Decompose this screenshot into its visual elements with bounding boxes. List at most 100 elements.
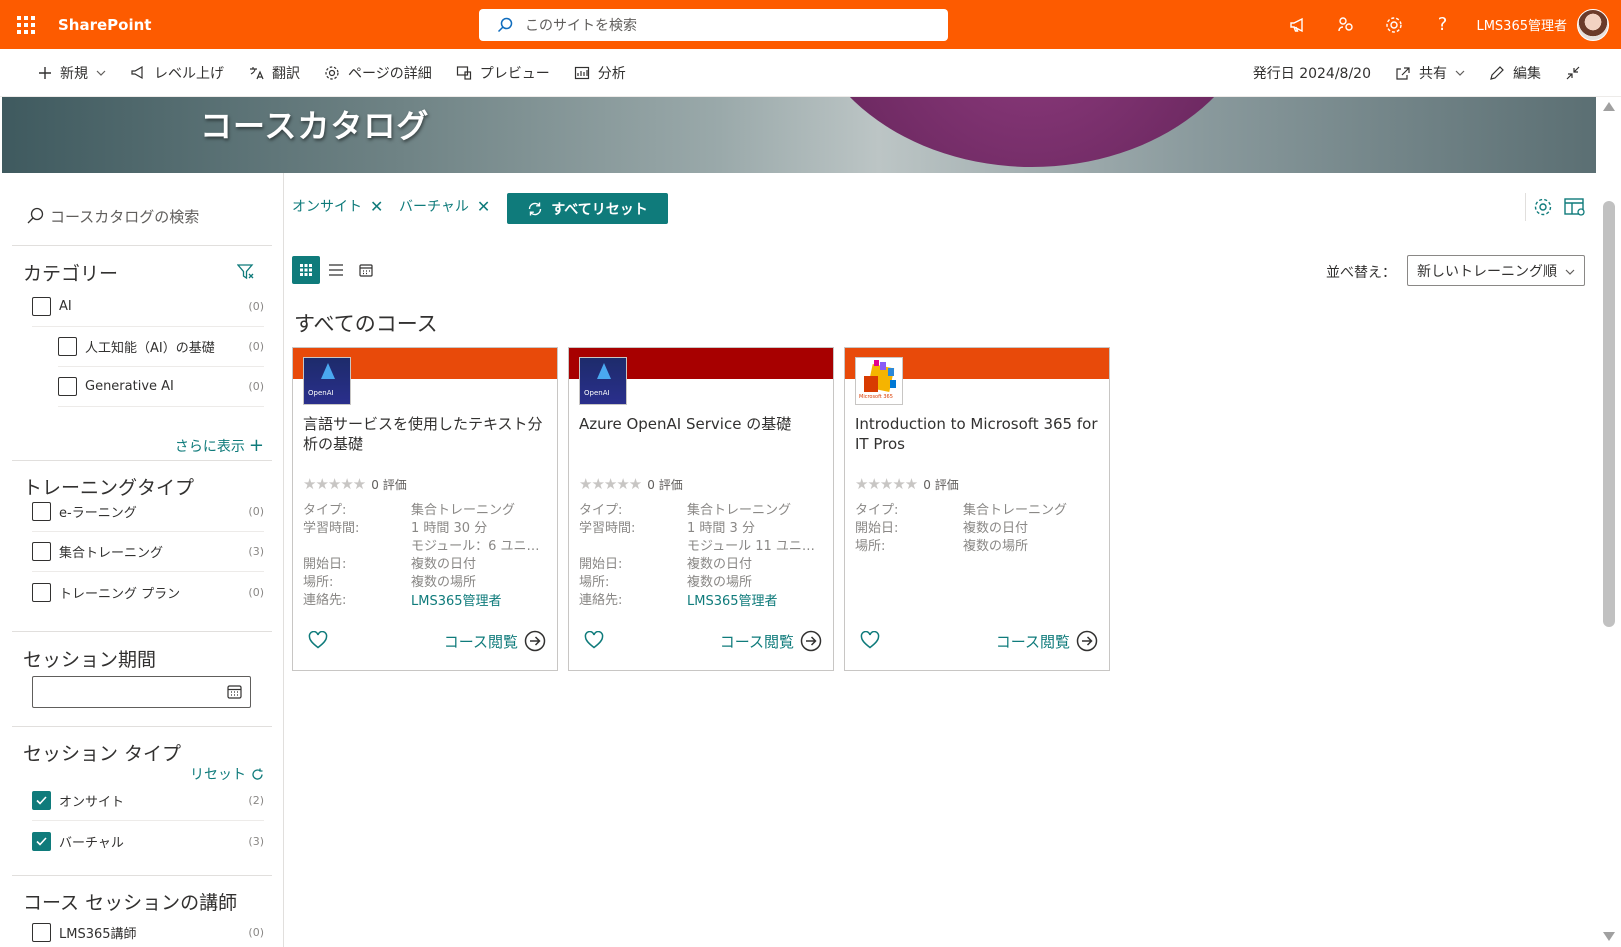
page-title: コースカタログ [200, 107, 430, 145]
vertical-scrollbar[interactable] [1596, 97, 1621, 947]
course-thumbnail[interactable]: OpenAI [303, 357, 351, 405]
filter-option[interactable]: 人工知能（AI）の基礎 (0) [58, 327, 264, 367]
course-card[interactable]: Microsoft 365 Introduction to Microsoft … [844, 347, 1110, 671]
meta-value: 複数の日付 [963, 521, 1029, 536]
meta-label: タイプ: [579, 503, 623, 518]
checkbox-checked[interactable] [32, 791, 51, 810]
checkbox[interactable] [32, 542, 51, 561]
scroll-up-arrow-icon[interactable] [1603, 102, 1615, 111]
meta-value: 複数の場所 [963, 539, 1029, 554]
checkbox[interactable] [58, 377, 77, 396]
app-launcher-icon[interactable] [0, 0, 52, 49]
layout-settings-icon[interactable] [1564, 197, 1586, 217]
user-name[interactable]: LMS365管理者 [1476, 15, 1567, 34]
filter-option-label: バーチャル [59, 835, 124, 851]
megaphone-icon[interactable] [1274, 0, 1322, 49]
filter-option-label: LMS365講師 [59, 926, 137, 942]
share-button[interactable]: 共有 [1383, 49, 1477, 97]
filter-option[interactable]: AI (0) [32, 287, 264, 327]
divider [12, 245, 272, 246]
show-more-link[interactable]: さらに表示 + [175, 435, 264, 456]
reset-all-button[interactable]: すべてリセット [507, 193, 668, 224]
filter-option[interactable]: トレーニング プラン (0) [32, 572, 264, 612]
catalog-search-input[interactable]: コースカタログの検索 [26, 201, 271, 231]
meta-label: 場所: [303, 575, 334, 590]
app-name[interactable]: SharePoint [58, 16, 151, 34]
view-course-label: コース閲覧 [719, 632, 794, 651]
filter-option-label: 集合トレーニング [59, 546, 164, 561]
close-icon[interactable]: ✕ [370, 197, 383, 216]
course-thumbnail[interactable]: Microsoft 365 [855, 357, 903, 405]
filter-option-count: (0) [248, 925, 264, 939]
edit-button[interactable]: 編集 [1477, 49, 1553, 97]
help-icon[interactable]: ? [1418, 0, 1466, 49]
filter-option[interactable]: LMS365講師 (0) [32, 912, 264, 947]
checkbox[interactable] [32, 297, 51, 316]
active-filter-chip[interactable]: バーチャル ✕ [399, 196, 490, 216]
course-title[interactable]: Introduction to Microsoft 365 for IT Pro… [855, 414, 1101, 454]
scroll-down-arrow-icon[interactable] [1603, 932, 1615, 941]
refresh-icon [529, 202, 542, 215]
published-date-text: 発行日 2024/8/20 [1252, 66, 1371, 82]
filter-option[interactable]: オンサイト (2) [32, 781, 264, 821]
checkmark-icon [36, 796, 47, 805]
close-icon[interactable]: ✕ [477, 197, 490, 216]
filter-option-count: (3) [248, 834, 264, 848]
sort-selected-value: 新しいトレーニング順 [1417, 263, 1557, 280]
view-course-link[interactable]: コース閲覧 [996, 630, 1098, 652]
checkbox[interactable] [32, 502, 51, 521]
site-search-input[interactable]: このサイトを検索 [479, 9, 948, 41]
page-details-button[interactable]: ページの詳細 [312, 49, 444, 97]
heart-icon[interactable] [308, 631, 328, 649]
course-card[interactable]: OpenAI Azure OpenAI Service の基礎 ★★★★★ 0 … [568, 347, 834, 671]
filter-option[interactable]: Generative AI (0) [58, 367, 264, 407]
heart-icon[interactable] [860, 631, 880, 649]
course-title[interactable]: 言語サービスを使用したテキスト分析の基礎 [303, 414, 549, 454]
checkbox[interactable] [58, 337, 77, 356]
filter-option-count: (0) [248, 300, 264, 313]
meta-value: モジュール 11 ユニット [687, 539, 827, 554]
settings-gear-icon[interactable] [1533, 197, 1553, 217]
filter-option[interactable]: 集合トレーニング (3) [32, 532, 264, 572]
share-icon [1396, 67, 1410, 80]
rating-count: 0 評価 [647, 477, 683, 492]
contact-link[interactable]: LMS365管理者 [687, 593, 827, 611]
contact-link[interactable]: LMS365管理者 [411, 593, 551, 611]
active-filter-chip[interactable]: オンサイト ✕ [292, 196, 383, 216]
filter-option[interactable]: e-ラーニング (0) [32, 492, 264, 532]
heart-icon[interactable] [584, 631, 604, 649]
checkbox[interactable] [32, 922, 51, 942]
megaphone-icon [131, 65, 143, 79]
filter-option-label: オンサイト [59, 795, 125, 810]
list-view-button[interactable] [322, 256, 350, 284]
calendar-view-button[interactable] [352, 256, 380, 284]
sort-dropdown[interactable]: 新しいトレーニング順 [1407, 255, 1585, 286]
plus-icon: + [248, 435, 264, 456]
share-people-icon[interactable] [1322, 0, 1370, 49]
new-button[interactable]: 新規 [26, 49, 118, 97]
checkbox-checked[interactable] [32, 831, 51, 851]
filter-clear-icon[interactable] [237, 263, 255, 281]
scrollbar-thumb[interactable] [1603, 201, 1615, 627]
course-card[interactable]: OpenAI 言語サービスを使用したテキスト分析の基礎 ★★★★★ 0 評価 タ… [292, 347, 558, 671]
chevron-down-icon [96, 70, 106, 76]
level-up-button[interactable]: レベル上げ [118, 49, 236, 97]
translate-label: 翻訳 [272, 65, 300, 82]
collapse-button[interactable] [1553, 49, 1601, 97]
avatar[interactable] [1577, 8, 1609, 41]
analytics-button[interactable]: 分析 [562, 49, 638, 97]
preview-button[interactable]: プレビュー [444, 49, 562, 97]
meta-value: 集合トレーニング [687, 503, 792, 518]
filter-option-count: (0) [248, 340, 264, 353]
settings-gear-icon[interactable] [1370, 0, 1418, 49]
view-course-link[interactable]: コース閲覧 [720, 630, 822, 652]
session-period-date-input[interactable] [32, 676, 251, 708]
view-course-link[interactable]: コース閲覧 [444, 630, 546, 652]
chip-label: バーチャル [399, 199, 469, 215]
checkbox[interactable] [32, 582, 51, 602]
course-thumbnail[interactable]: OpenAI [579, 357, 627, 405]
grid-view-button[interactable] [292, 256, 320, 284]
course-title[interactable]: Azure OpenAI Service の基礎 [579, 414, 825, 434]
filter-option[interactable]: バーチャル (3) [32, 821, 264, 861]
translate-button[interactable]: 翻訳 [236, 49, 312, 97]
